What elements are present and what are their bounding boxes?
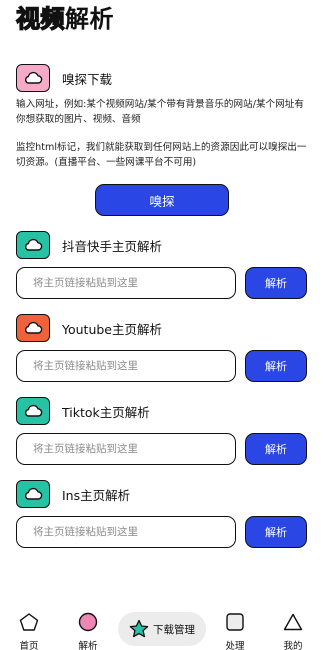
youtube-parse-button[interactable]: 解析 bbox=[245, 350, 307, 382]
tiktok-url-input[interactable] bbox=[16, 433, 236, 465]
ins-parser-row: 解析 bbox=[16, 516, 307, 548]
youtube-url-input[interactable] bbox=[16, 350, 236, 382]
tiktok-parse-button[interactable]: 解析 bbox=[245, 433, 307, 465]
circle-icon bbox=[78, 612, 98, 632]
ins-url-input[interactable] bbox=[16, 516, 236, 548]
douyin-parser-row: 解析 bbox=[16, 267, 307, 299]
nav-home[interactable]: 首页 bbox=[6, 612, 52, 650]
square-icon bbox=[225, 612, 245, 632]
cloud-icon bbox=[16, 314, 50, 342]
pentagon-icon bbox=[19, 612, 39, 632]
douyin-parser-title: 抖音快手主页解析 bbox=[62, 238, 163, 254]
ins-parser-title: Ins主页解析 bbox=[62, 487, 131, 503]
sniff-button[interactable]: 嗅探 bbox=[95, 184, 229, 216]
tiktok-parser-title: Tiktok主页解析 bbox=[62, 404, 150, 420]
youtube-parser-header: Youtube主页解析 bbox=[16, 314, 162, 342]
nav-download-label: 下载管理 bbox=[153, 623, 195, 636]
star-icon bbox=[129, 619, 149, 639]
sniff-section-header: 嗅探下载 bbox=[16, 64, 112, 92]
nav-mine[interactable]: 我的 bbox=[270, 612, 316, 650]
youtube-parser-title: Youtube主页解析 bbox=[62, 321, 162, 337]
nav-download[interactable]: 下载管理 bbox=[118, 612, 206, 646]
nav-process[interactable]: 处理 bbox=[212, 612, 258, 650]
ins-parser-header: Ins主页解析 bbox=[16, 480, 130, 508]
page-title-outline: 视频 bbox=[15, 4, 65, 33]
nav-parse[interactable]: 解析 bbox=[65, 612, 111, 650]
nav-process-label: 处理 bbox=[225, 641, 245, 650]
page-title: 视频解析 bbox=[15, 4, 114, 34]
triangle-icon bbox=[283, 612, 303, 632]
sniff-description-1: 输入网址，例如:某个视频网站/某个带有背景音乐的网站/某个网址有你想获取的图片、… bbox=[16, 99, 304, 125]
nav-mine-label: 我的 bbox=[283, 641, 303, 650]
cloud-icon bbox=[16, 397, 50, 425]
douyin-url-input[interactable] bbox=[16, 267, 236, 299]
sniff-title: 嗅探下载 bbox=[62, 71, 113, 87]
cloud-icon bbox=[16, 231, 50, 259]
nav-parse-label: 解析 bbox=[78, 641, 98, 650]
ins-parse-button[interactable]: 解析 bbox=[245, 516, 307, 548]
page-title-solid: 解析 bbox=[65, 5, 114, 33]
tiktok-parser-row: 解析 bbox=[16, 433, 307, 465]
youtube-parser-row: 解析 bbox=[16, 350, 307, 382]
cloud-icon bbox=[16, 64, 50, 92]
douyin-parser-header: 抖音快手主页解析 bbox=[16, 231, 162, 259]
tiktok-parser-header: Tiktok主页解析 bbox=[16, 397, 150, 425]
nav-home-label: 首页 bbox=[19, 641, 39, 650]
sniff-description-2: 监控html标记，我们就能获取到任何网站上的资源因此可以嗅探出一切资源。(直播平… bbox=[16, 142, 307, 168]
douyin-parse-button[interactable]: 解析 bbox=[245, 267, 307, 299]
cloud-icon bbox=[16, 480, 50, 508]
